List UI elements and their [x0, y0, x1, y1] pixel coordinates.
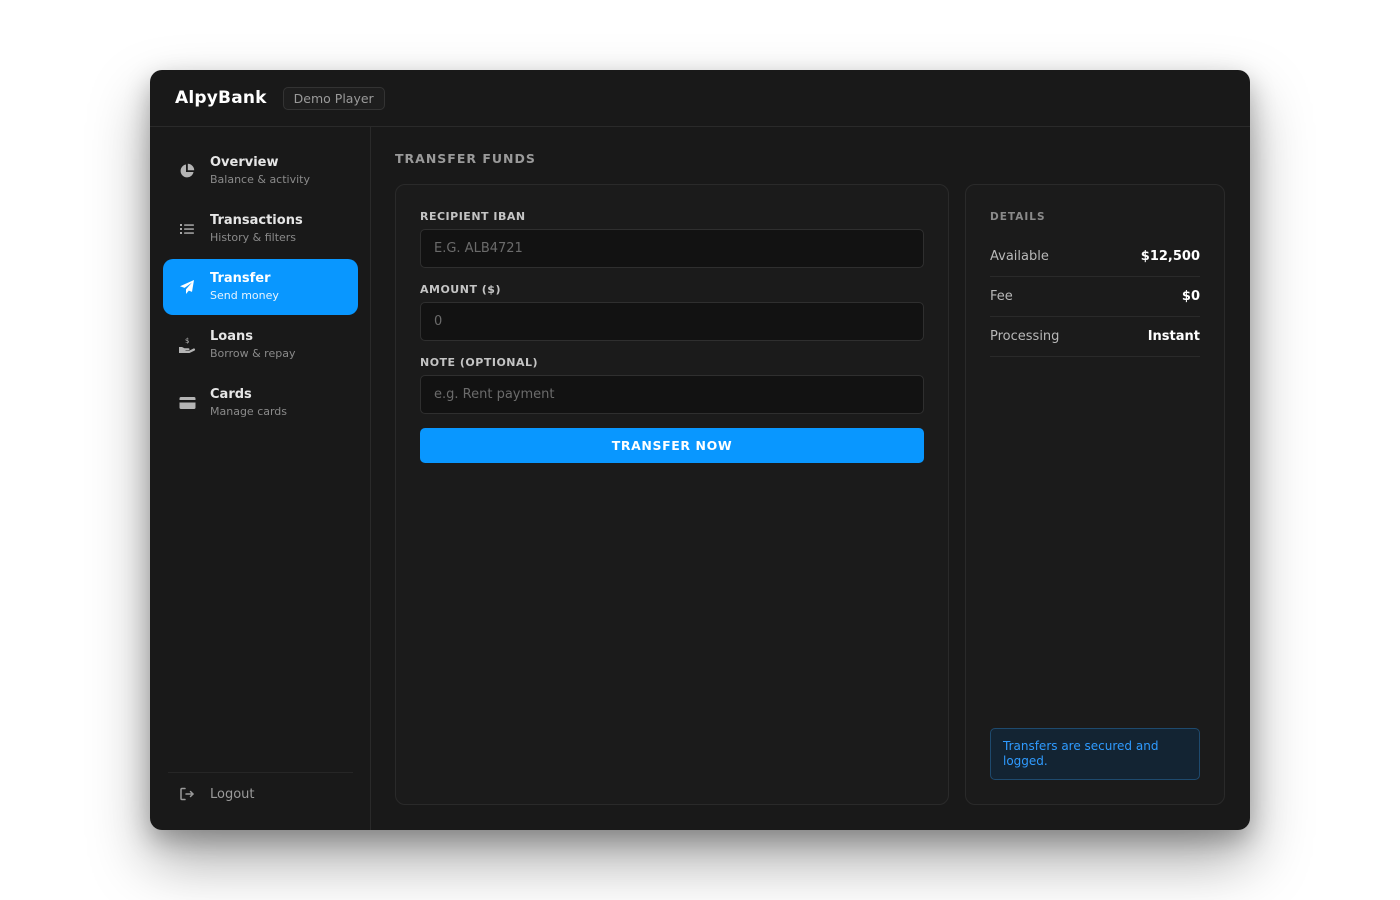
amount-input[interactable] — [420, 302, 924, 341]
transfer-form: RECIPIENT IBAN AMOUNT ($) NOTE (OPTIONAL… — [395, 184, 949, 805]
pie-chart-icon — [178, 162, 196, 180]
iban-input[interactable] — [420, 229, 924, 268]
details-panel: DETAILS Available $12,500 Fee $0 Process… — [965, 184, 1225, 805]
detail-value: $0 — [1181, 289, 1200, 304]
detail-value: Instant — [1147, 329, 1200, 344]
sidebar-item-cards[interactable]: Cards Manage cards — [163, 375, 358, 431]
detail-label: Available — [990, 249, 1049, 264]
sidebar-item-title: Loans — [210, 329, 253, 344]
sidebar-item-subtitle: History & filters — [210, 231, 297, 244]
detail-label: Fee — [990, 289, 1013, 304]
note-input[interactable] — [420, 375, 924, 414]
security-notice: Transfers are secured and logged. — [990, 728, 1200, 780]
paper-plane-icon — [178, 278, 196, 296]
transfer-now-button[interactable]: TRANSFER NOW — [420, 428, 924, 463]
sidebar-item-transfer[interactable]: Transfer Send money — [163, 259, 358, 315]
brand-logo: AlpyBank — [175, 88, 267, 108]
logout-label: Logout — [210, 786, 255, 802]
sidebar-item-subtitle: Balance & activity — [210, 173, 310, 186]
app-window: AlpyBank Demo Player Overview Balance & … — [150, 70, 1250, 830]
logout-divider — [168, 772, 353, 773]
sidebar-item-subtitle: Manage cards — [210, 405, 288, 418]
top-bar: AlpyBank Demo Player — [150, 70, 1250, 127]
player-badge: Demo Player — [282, 86, 385, 110]
page-title: TRANSFER FUNDS — [395, 151, 536, 166]
svg-text:$: $ — [185, 337, 189, 345]
detail-label: Processing — [990, 329, 1060, 344]
detail-row-available: Available $12,500 — [990, 237, 1200, 277]
sidebar-item-title: Cards — [210, 387, 252, 402]
detail-row-fee: Fee $0 — [990, 277, 1200, 317]
detail-row-processing: Processing Instant — [990, 317, 1200, 357]
sidebar-item-subtitle: Borrow & repay — [210, 347, 296, 360]
details-title: DETAILS — [990, 211, 1046, 223]
credit-card-icon — [178, 394, 196, 412]
amount-label: AMOUNT ($) — [420, 283, 501, 296]
sidebar-item-title: Transactions — [210, 213, 303, 228]
sidebar-item-overview[interactable]: Overview Balance & activity — [163, 143, 358, 199]
logout-button[interactable]: Logout — [163, 779, 358, 809]
logout-icon — [178, 785, 196, 803]
sidebar-item-title: Transfer — [210, 271, 271, 286]
sidebar-item-title: Overview — [210, 155, 279, 170]
sidebar: Overview Balance & activity Transactions… — [150, 127, 371, 830]
sidebar-item-loans[interactable]: $ Loans Borrow & repay — [163, 317, 358, 373]
iban-label: RECIPIENT IBAN — [420, 210, 526, 223]
sidebar-item-subtitle: Send money — [210, 289, 279, 302]
note-label: NOTE (OPTIONAL) — [420, 356, 539, 369]
hand-dollar-icon: $ — [178, 336, 196, 354]
list-icon — [178, 220, 196, 238]
sidebar-item-transactions[interactable]: Transactions History & filters — [163, 201, 358, 257]
detail-value: $12,500 — [1140, 249, 1200, 264]
